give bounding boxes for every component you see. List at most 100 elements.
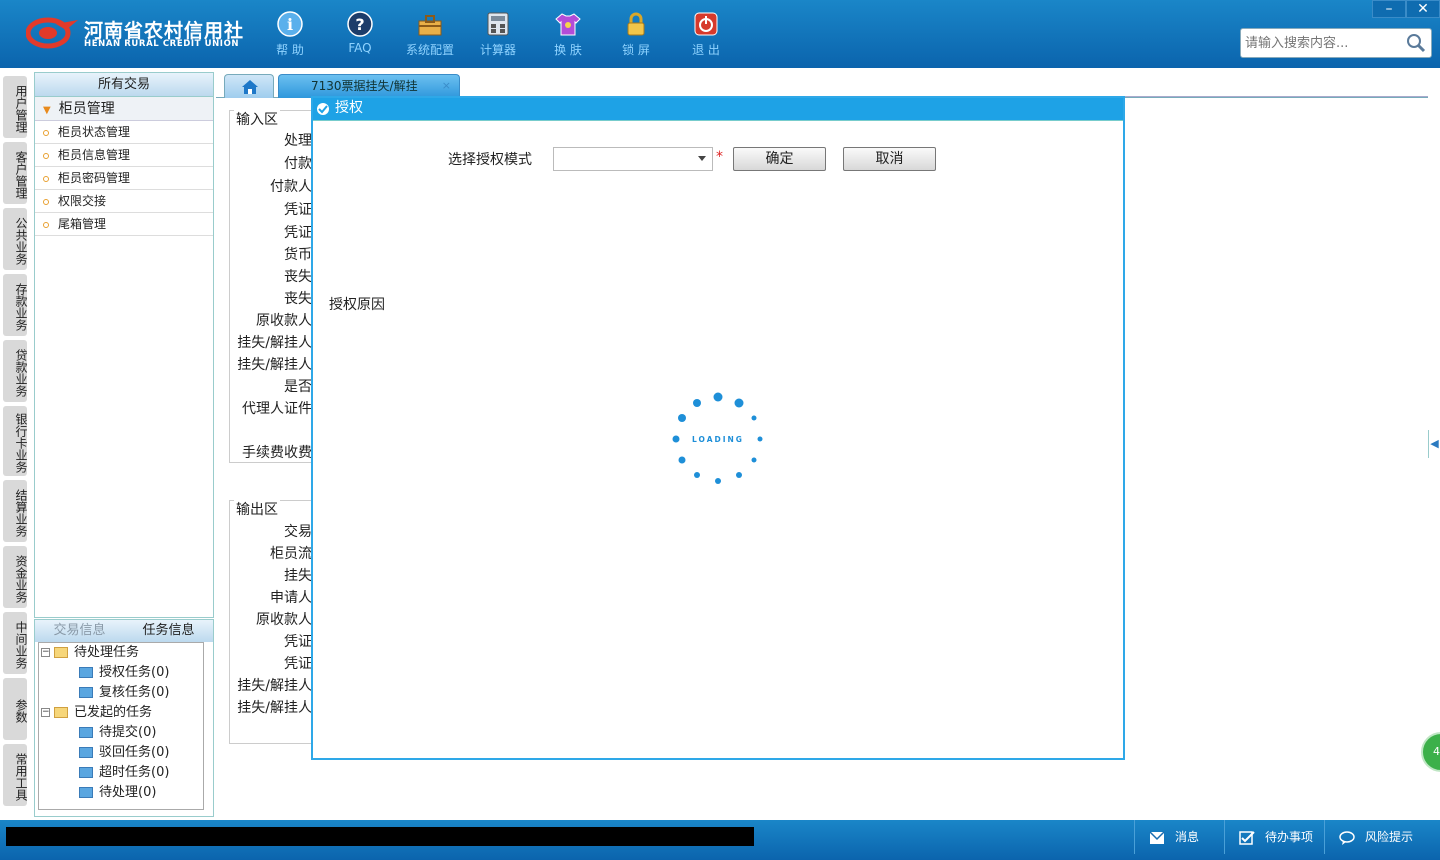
confirm-button[interactable]: 确定: [733, 147, 826, 171]
input-label: 付款人: [270, 179, 312, 195]
collapse-icon[interactable]: −: [41, 708, 50, 717]
logo-text-en: HENAN RURAL CREDIT UNION: [84, 39, 240, 49]
collapse-right-icon[interactable]: ◀: [1428, 430, 1440, 458]
speech-bubble-icon: [1339, 830, 1355, 845]
task-icon: [79, 787, 93, 798]
menu-item-teller-status[interactable]: 柜员状态管理: [35, 121, 213, 144]
logo: 河南省农村信用社 HENAN RURAL CREDIT UNION: [24, 12, 243, 56]
calculator-label: 计算器: [479, 43, 516, 57]
output-label: 挂失/解挂人: [237, 678, 312, 694]
vnav-fund-business[interactable]: 资金业务: [3, 546, 28, 608]
system-config-label: 系统配置: [405, 43, 454, 57]
menu-item-tail-box[interactable]: 尾箱管理: [35, 213, 213, 236]
tab-close-icon[interactable]: ×: [442, 75, 451, 97]
input-label: 原收款人: [256, 313, 312, 329]
vnav-user-management[interactable]: 用户管理: [3, 76, 28, 138]
vnav-bank-card-business[interactable]: 银行卡业务: [3, 406, 28, 476]
tree-node-review-tasks[interactable]: 复核任务(0): [79, 683, 169, 703]
dialog-title-bar[interactable]: 授权: [313, 98, 1123, 120]
tree-node-label: 授权任务(0): [99, 665, 170, 680]
menu-item-teller-password[interactable]: 柜员密码管理: [35, 167, 213, 190]
input-label: 挂失/解挂人: [237, 335, 312, 351]
tree-node-pending[interactable]: − 待处理任务: [41, 643, 139, 663]
bullet-icon: [43, 152, 49, 159]
bullet-icon: [43, 129, 49, 136]
vnav-settlement-business[interactable]: 结算业务: [3, 480, 28, 542]
messages-button[interactable]: 消息: [1134, 820, 1224, 854]
system-config-button[interactable]: 系统配置: [400, 10, 460, 62]
todo-button[interactable]: 待办事项: [1224, 820, 1324, 854]
vnav-customer-management[interactable]: 客户管理: [3, 142, 28, 204]
power-icon: [694, 12, 718, 36]
task-panel-tabs: 交易信息 任务信息: [35, 620, 213, 642]
tab-bill-loss-report[interactable]: 7130票据挂失/解挂 ×: [278, 74, 460, 98]
calculator-button[interactable]: 计算器: [468, 10, 528, 62]
status-bar: 消息 待办事项 风险提示: [0, 820, 1440, 860]
reason-label: 授权原因: [329, 297, 385, 313]
vnav-parameters[interactable]: 参数: [3, 678, 28, 740]
input-label: 处理: [284, 133, 312, 149]
menu-item-label: 柜员信息管理: [58, 148, 131, 162]
dialog-title: 授权: [335, 100, 363, 116]
tab-home[interactable]: [224, 74, 274, 98]
faq-label: FAQ: [348, 41, 372, 55]
floating-badge[interactable]: 45: [1421, 732, 1440, 772]
group-teller-management[interactable]: ▼ 柜员管理: [35, 97, 213, 121]
tree-node-to-submit[interactable]: 待提交(0): [79, 723, 156, 743]
todo-label: 待办事项: [1265, 830, 1314, 844]
help-icon: i: [277, 11, 303, 37]
vnav-public-business[interactable]: 公共业务: [3, 208, 28, 270]
tree-node-initiated[interactable]: − 已发起的任务: [41, 703, 152, 723]
exit-label: 退 出: [692, 43, 720, 57]
required-mark: *: [716, 149, 723, 165]
risk-alert-label: 风险提示: [1365, 830, 1414, 844]
loading-text: LOADING: [692, 435, 744, 444]
risk-alert-button[interactable]: 风险提示: [1324, 820, 1440, 854]
authorization-dialog: 授权 选择授权模式 * 确定 取消 授权原因 LOADING: [311, 96, 1125, 760]
tree-node-timeout[interactable]: 超时任务(0): [79, 763, 169, 783]
badge-count: 45: [1433, 745, 1440, 758]
lock-screen-button[interactable]: 锁 屏: [606, 10, 666, 62]
exit-button[interactable]: 退 出: [676, 10, 736, 62]
lock-icon: [627, 12, 645, 36]
collapse-icon[interactable]: −: [41, 648, 50, 657]
messages-label: 消息: [1175, 830, 1200, 844]
help-button[interactable]: i 帮 助: [260, 10, 320, 62]
triangle-down-icon: ▼: [43, 105, 51, 116]
vnav-deposit-business[interactable]: 存款业务: [3, 274, 28, 336]
output-label: 申请人: [270, 590, 312, 606]
group-label: 柜员管理: [58, 101, 115, 117]
faq-button[interactable]: ? FAQ: [330, 10, 390, 62]
output-label: 凭证: [284, 634, 312, 650]
logo-mark-icon: [26, 17, 78, 49]
tab-transaction-info[interactable]: 交易信息: [35, 620, 124, 642]
skin-button[interactable]: 换 肤: [538, 10, 598, 62]
dropdown-arrow-icon: [698, 156, 706, 161]
mode-label: 选择授权模式: [448, 152, 532, 168]
output-label: 原收款人: [256, 612, 312, 628]
status-message-area: [6, 827, 754, 846]
vnav-intermediate-business[interactable]: 中间业务: [3, 612, 28, 674]
minimize-button[interactable]: –: [1372, 0, 1406, 18]
bullet-icon: [43, 175, 49, 182]
menu-item-teller-info[interactable]: 柜员信息管理: [35, 144, 213, 167]
close-button[interactable]: ✕: [1406, 0, 1440, 18]
transaction-panel: 所有交易 ▼ 柜员管理 柜员状态管理 柜员信息管理 柜员密码管理 权限交接 尾箱管…: [34, 72, 214, 618]
auth-mode-select[interactable]: [553, 147, 713, 171]
vnav-common-tools[interactable]: 常用工具: [3, 744, 28, 806]
calculator-icon: [487, 12, 509, 36]
svg-text:i: i: [287, 15, 293, 34]
tree-node-rejected[interactable]: 驳回任务(0): [79, 743, 169, 763]
tree-node-to-process[interactable]: 待处理(0): [79, 783, 156, 803]
output-label: 交易: [284, 524, 312, 540]
faq-icon: ?: [347, 11, 373, 37]
menu-item-permission-handover[interactable]: 权限交接: [35, 190, 213, 213]
task-panel: 交易信息 任务信息 − 待处理任务 授权任务(0) 复核任务(0) − 已发起的任务…: [34, 619, 214, 817]
cancel-button[interactable]: 取消: [843, 147, 936, 171]
search-input[interactable]: [1245, 30, 1405, 56]
vnav-loan-business[interactable]: 贷款业务: [3, 340, 28, 402]
tab-task-info[interactable]: 任务信息: [124, 620, 213, 642]
tree-node-auth-tasks[interactable]: 授权任务(0): [79, 663, 169, 683]
search-icon[interactable]: [1405, 32, 1427, 54]
menu-item-label: 权限交接: [58, 194, 107, 208]
